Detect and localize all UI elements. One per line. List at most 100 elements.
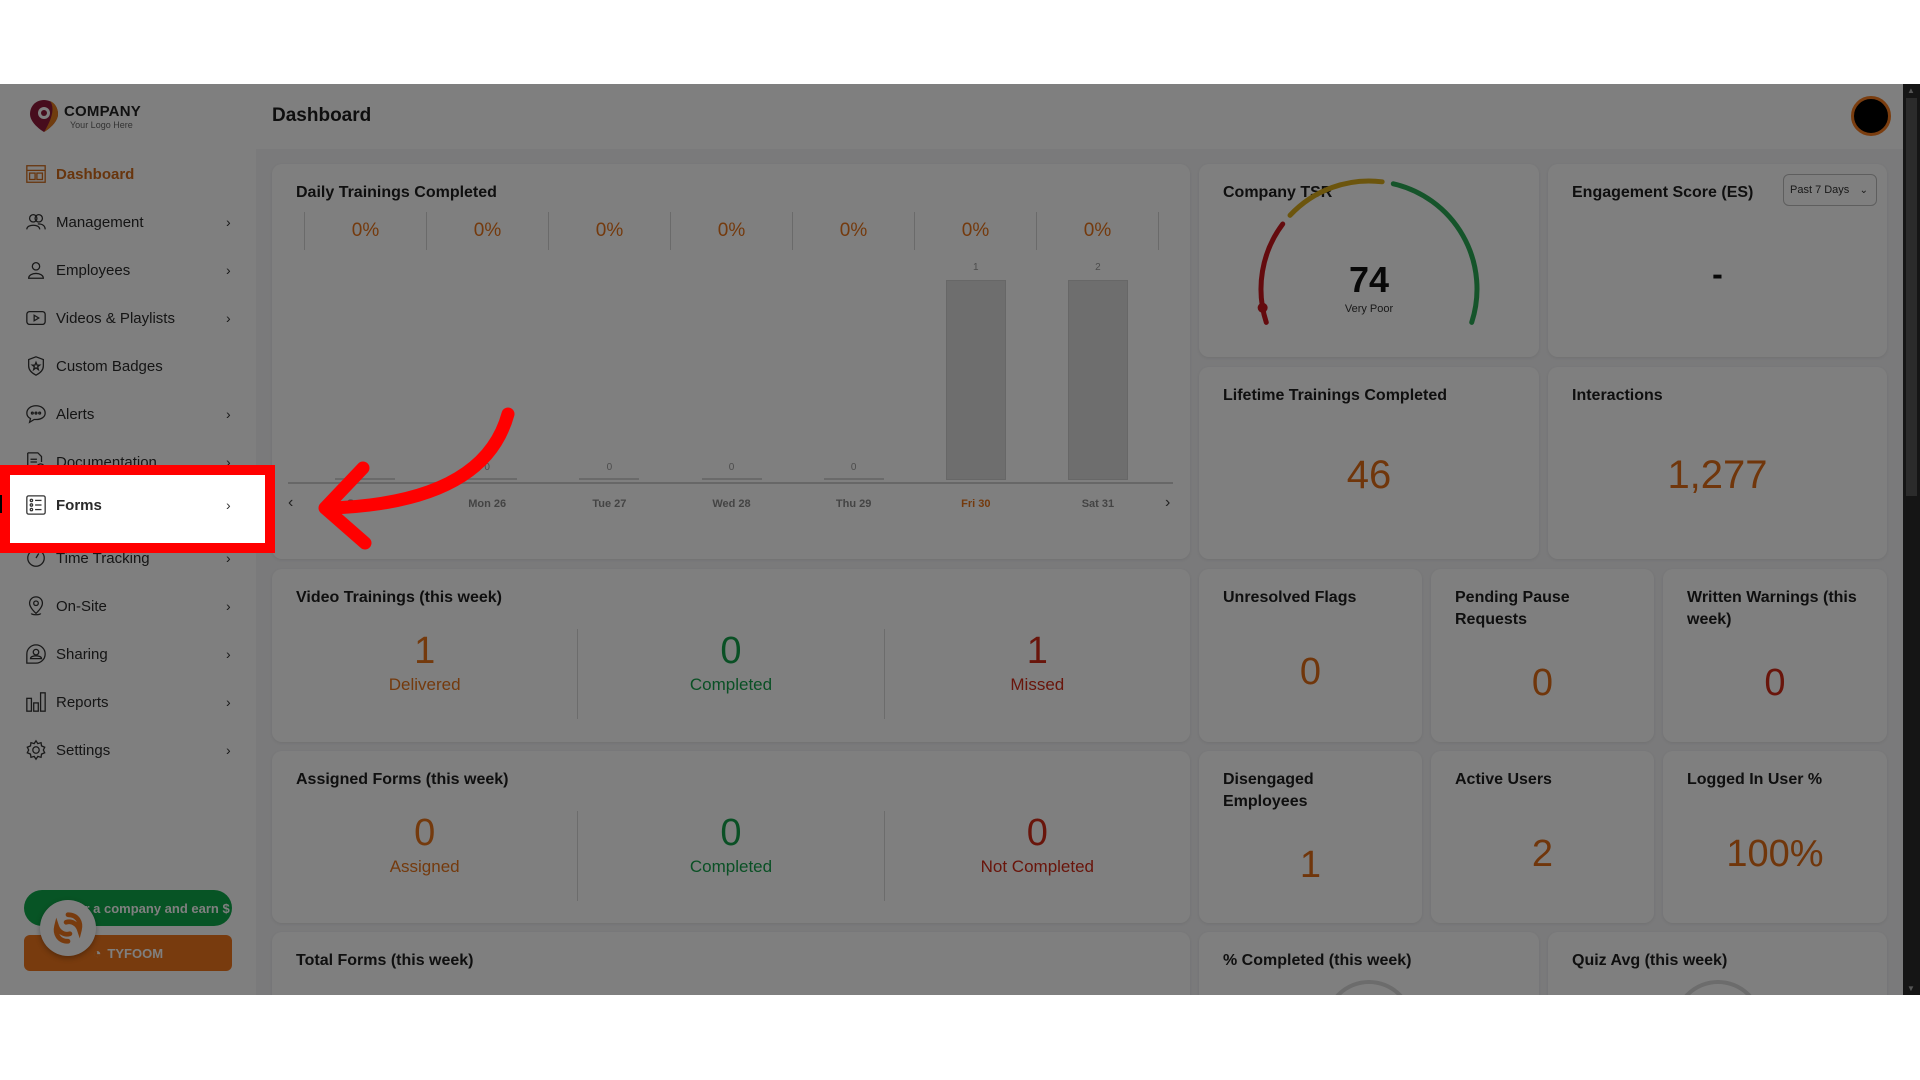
interactions-value: 1,277 — [1667, 453, 1768, 497]
sidebar-item-dashboard[interactable]: Dashboard — [0, 150, 256, 198]
engagement-value: - — [1712, 256, 1723, 292]
logo-pin-icon — [30, 100, 58, 132]
sidebar-item-label: Management — [56, 213, 144, 231]
chart-bar — [1067, 280, 1128, 480]
lifetime-trainings-value: 46 — [1346, 453, 1392, 497]
active-users-card: Active Users 2 — [1431, 751, 1654, 923]
chart-icon — [24, 690, 48, 714]
missed-stat: 1 Missed — [885, 629, 1190, 719]
unresolved-flags-card: Unresolved Flags 0 — [1199, 569, 1422, 742]
sidebar-item-label: Settings — [56, 741, 111, 759]
chevron-right-icon: › — [226, 694, 231, 710]
bar-value-label: 0 — [850, 462, 857, 473]
not-completed-value: 0 — [1026, 812, 1048, 854]
percent-completed-ring — [1324, 980, 1414, 995]
app: COMPANY Your Logo Here Dashboard Managem… — [0, 84, 1920, 995]
chart-next-button[interactable]: › — [1165, 494, 1170, 512]
sidebar-item-sharing[interactable]: Sharing › — [0, 630, 256, 678]
sidebar-item-on-site[interactable]: On-Site › — [0, 582, 256, 630]
sidebar-item-employees[interactable]: Employees › — [0, 246, 256, 294]
play-icon — [24, 306, 48, 330]
chart-day-label: Wed 28 — [712, 498, 751, 510]
card-title: Active Users — [1455, 771, 1552, 788]
page-scrollbar[interactable]: ▲ ▼ — [1903, 84, 1920, 995]
card-title: Logged In User % — [1687, 771, 1823, 788]
delivered-value: 1 — [414, 630, 436, 672]
sidebar-item-videos-playlists[interactable]: Videos & Playlists › — [0, 294, 256, 342]
card-title: Engagement Score (ES) — [1572, 184, 1754, 201]
scroll-down-arrow-icon[interactable]: ▼ — [1907, 984, 1915, 993]
tsr-value: 74 — [1348, 259, 1390, 300]
total-forms-card: Total Forms (this week) — [272, 932, 1190, 995]
scrollbar-thumb[interactable] — [1906, 98, 1917, 496]
delivered-stat: 1 Delivered — [272, 629, 579, 719]
disengaged-employees-card: Disengaged Employees 1 — [1199, 751, 1422, 923]
chevron-down-icon: ⌄ — [1859, 184, 1868, 196]
missed-label: Missed — [1010, 675, 1065, 694]
sidebar-item-label: Forms — [56, 496, 102, 514]
unresolved-flags-value: 0 — [1299, 651, 1322, 693]
chevron-right-icon: › — [226, 598, 231, 614]
chart-day-label: Fri 30 — [961, 498, 991, 510]
written-warnings-card: Written Warnings (this week) 0 — [1663, 569, 1887, 742]
dropdown-value: Past 7 Days — [1790, 184, 1850, 196]
pending-pause-card: Pending Pause Requests 0 — [1431, 569, 1654, 742]
assigned-label: Assigned — [389, 857, 460, 876]
sidebar-item-management[interactable]: Management › — [0, 198, 256, 246]
tyfoom-swirl-icon: ◔ — [92, 945, 102, 961]
bar-value-label: 0 — [362, 462, 368, 473]
sidebar-item-forms[interactable]: Forms › — [0, 481, 256, 529]
assigned-value: 0 — [414, 812, 436, 854]
bar-value-label: 1 — [973, 262, 979, 273]
gauge-segment — [1390, 181, 1480, 325]
card-title: Written Warnings (this week) — [1687, 589, 1857, 628]
tsr-rating: Very Poor — [1344, 303, 1394, 315]
sidebar-item-alerts[interactable]: Alerts › — [0, 390, 256, 438]
sidebar-item-label: Custom Badges — [56, 357, 163, 375]
sidebar-item-label: Sharing — [56, 645, 108, 663]
assigned-stat: 0 Assigned — [272, 811, 579, 901]
chart-day-label: Thu 29 — [835, 498, 872, 510]
chevron-right-icon: › — [226, 646, 231, 662]
card-title: % Completed (this week) — [1223, 952, 1412, 969]
completed-value: 0 — [720, 630, 742, 672]
disengaged-employees-value: 1 — [1299, 844, 1322, 886]
percent-completed-card: % Completed (this week) — [1199, 932, 1539, 995]
gauge-segment — [1287, 178, 1385, 218]
written-warnings-value: 0 — [1764, 662, 1786, 704]
bar-value-label: 0 — [606, 462, 613, 473]
chart-day-label: Sat 31 — [1081, 498, 1115, 510]
sidebar-item-label: Reports — [56, 693, 109, 711]
chart-prev-button[interactable]: ‹ — [288, 494, 293, 512]
sidebar-item-custom-badges[interactable]: Custom Badges — [0, 342, 256, 390]
dashboard-icon — [24, 162, 48, 186]
sidebar-item-reports[interactable]: Reports › — [0, 678, 256, 726]
assigned-forms-card: Assigned Forms (this week) 0 Assigned 0 … — [272, 751, 1190, 923]
completed-label: Completed — [689, 675, 773, 694]
scroll-up-arrow-icon[interactable]: ▲ — [1907, 86, 1915, 95]
chart-bar-zero — [579, 478, 640, 480]
card-title: Assigned Forms (this week) — [296, 771, 509, 788]
lifetime-trainings-card: Lifetime Trainings Completed 46 — [1199, 367, 1539, 559]
sidebar-item-settings[interactable]: Settings › — [0, 726, 256, 774]
bar-value-label: 0 — [484, 462, 490, 473]
user-avatar[interactable] — [1851, 96, 1891, 136]
card-title: Quiz Avg (this week) — [1572, 952, 1728, 969]
chart-bar-zero — [457, 478, 518, 480]
daily-trainings-card: Daily Trainings Completed 0% 0% 0% 0% 0% 0% 0%… — [272, 164, 1190, 559]
chart-day-label: Tue 27 — [592, 498, 627, 510]
not-completed-stat: 0 Not Completed — [885, 811, 1190, 901]
missed-value: 1 — [1026, 630, 1048, 672]
video-stats: 1 Delivered 0 Completed 1 Missed — [272, 629, 1190, 719]
pending-pause-value: 0 — [1531, 662, 1554, 704]
card-title: Interactions — [1572, 387, 1663, 404]
floating-help-button[interactable] — [40, 900, 96, 956]
engagement-score-card: Engagement Score (ES) Past 7 Days ⌄ - — [1548, 164, 1887, 357]
chat-icon — [24, 402, 48, 426]
forms-completed-value: 0 — [720, 812, 742, 854]
tyfoom-button-label: TYFOOM — [107, 945, 164, 961]
quiz-avg-card: Quiz Avg (this week) — [1548, 932, 1887, 995]
chart-axis — [288, 482, 1173, 484]
date-range-dropdown[interactable]: Past 7 Days ⌄ — [1783, 174, 1877, 206]
company-logo[interactable]: COMPANY Your Logo Here — [28, 98, 141, 134]
